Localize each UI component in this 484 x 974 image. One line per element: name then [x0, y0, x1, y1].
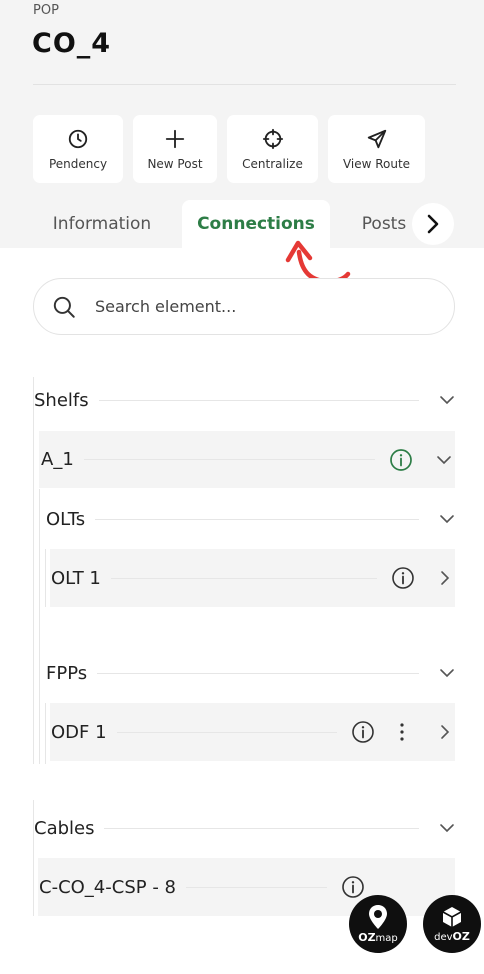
- divider: [83, 459, 375, 460]
- chevron-right-icon: [427, 214, 439, 234]
- centralize-label: Centralize: [242, 156, 303, 171]
- info-icon[interactable]: [351, 720, 375, 744]
- divider: [186, 886, 327, 888]
- ozmap-logo: OZmap: [349, 895, 407, 953]
- search-icon: [51, 294, 77, 320]
- tab-information[interactable]: Information: [32, 200, 172, 248]
- devoz-logo: devOZ: [423, 895, 481, 953]
- new-post-button[interactable]: New Post: [133, 115, 217, 183]
- crosshair-icon: [262, 128, 283, 149]
- group-shelfs[interactable]: Shelfs: [34, 377, 461, 423]
- group-cables[interactable]: Cables: [34, 805, 461, 851]
- divider: [104, 827, 419, 829]
- new-post-label: New Post: [147, 156, 203, 171]
- info-icon[interactable]: [389, 448, 413, 472]
- devoz-logo-oz: OZ: [452, 930, 470, 943]
- shelf-item-a1[interactable]: A_1: [39, 431, 455, 488]
- info-icon[interactable]: [391, 566, 415, 590]
- chevron-down-icon[interactable]: [433, 395, 461, 405]
- chevron-down-icon[interactable]: [433, 514, 461, 524]
- divider: [95, 518, 419, 520]
- navigation-arrow-icon: [367, 129, 386, 148]
- fpp-item-label: ODF 1: [51, 721, 107, 743]
- chevron-down-icon[interactable]: [433, 823, 461, 833]
- search-bar[interactable]: [33, 278, 455, 335]
- divider: [116, 731, 337, 733]
- clock-icon: [68, 129, 88, 148]
- olt-item-label: OLT 1: [51, 567, 101, 589]
- pendency-label: Pendency: [48, 156, 108, 171]
- fpp-item[interactable]: ODF 1: [50, 703, 455, 761]
- tabs-scroll-right-button[interactable]: [412, 203, 454, 245]
- centralize-button[interactable]: Centralize: [227, 115, 318, 183]
- pop-header: POP CO_4 Pendency New Post Centralize Vi…: [0, 0, 484, 248]
- tab-posts[interactable]: Posts: [346, 200, 422, 248]
- pop-title: CO_4: [32, 28, 112, 59]
- chevron-down-icon[interactable]: [433, 668, 461, 678]
- divider: [97, 672, 419, 674]
- view-route-label: View Route: [342, 156, 411, 171]
- group-olts[interactable]: OLTs: [46, 496, 461, 542]
- shelf-a1-label: A_1: [41, 449, 74, 470]
- pop-kicker: POP: [33, 3, 59, 18]
- chevron-down-icon[interactable]: [433, 455, 455, 465]
- olts-guide-line: [45, 549, 46, 607]
- cable-item-label: C-CO_4-CSP - 8: [39, 876, 176, 898]
- a1-guide-line: [39, 489, 40, 764]
- more-vertical-icon[interactable]: [399, 722, 405, 742]
- search-input[interactable]: [95, 297, 415, 316]
- group-fpps[interactable]: FPPs: [46, 650, 461, 696]
- chevron-right-icon[interactable]: [435, 724, 455, 740]
- group-fpps-label: FPPs: [46, 662, 88, 684]
- map-pin-icon: [369, 905, 387, 929]
- devoz-logo-dev: dev: [434, 932, 453, 943]
- group-cables-label: Cables: [34, 817, 95, 839]
- group-shelfs-label: Shelfs: [34, 389, 89, 411]
- shelfs-guide-line: [33, 377, 34, 764]
- view-route-button[interactable]: View Route: [328, 115, 425, 183]
- divider: [98, 399, 419, 401]
- ozmap-logo-map: map: [375, 933, 398, 944]
- header-divider: [33, 84, 456, 85]
- cube-icon: [442, 907, 462, 927]
- fpps-guide-line: [45, 703, 46, 764]
- ozmap-logo-oz: OZ: [358, 931, 376, 944]
- plus-icon: [165, 129, 185, 148]
- divider: [110, 577, 377, 579]
- chevron-right-icon[interactable]: [435, 570, 455, 586]
- info-icon[interactable]: [341, 875, 365, 899]
- group-olts-label: OLTs: [46, 508, 86, 530]
- olt-item[interactable]: OLT 1: [50, 549, 455, 607]
- pendency-button[interactable]: Pendency: [33, 115, 123, 183]
